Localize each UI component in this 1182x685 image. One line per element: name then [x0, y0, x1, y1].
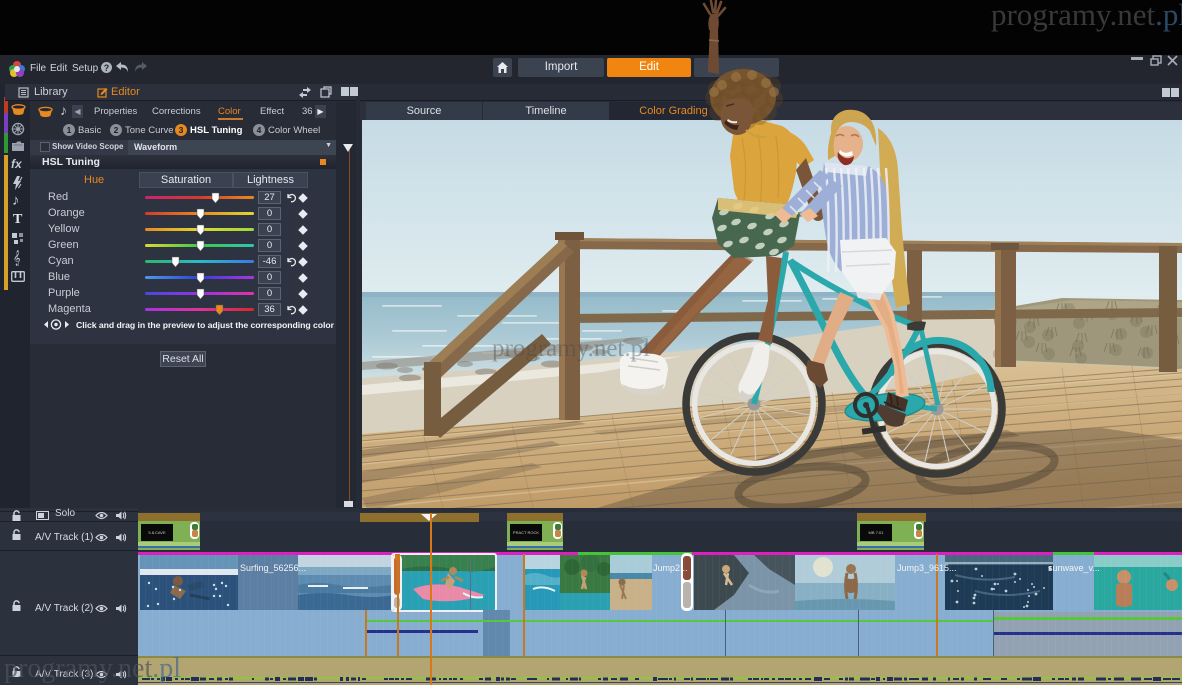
svg-text:programy.net.pl: programy.net.pl [492, 335, 650, 362]
